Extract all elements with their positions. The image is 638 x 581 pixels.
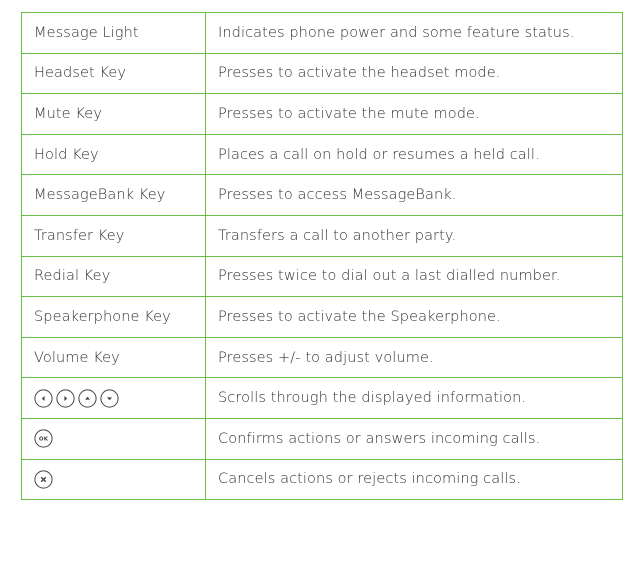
- table-row: Mute Key Presses to activate the mute mo…: [21, 93, 623, 135]
- table-row: Redial Key Presses twice to dial out a l…: [21, 255, 623, 298]
- cancel-key: [34, 470, 205, 489]
- navigation-keys: [34, 389, 205, 408]
- up-arrow-icon: [78, 389, 97, 408]
- down-arrow-icon: [100, 389, 119, 408]
- key-name-cell: MessageBank Key: [21, 174, 206, 216]
- cancel-x-icon: [34, 470, 53, 489]
- key-description-cell: Presses to activate the headset mode.: [205, 52, 623, 95]
- key-name-cell: Mute Key: [21, 93, 206, 135]
- table-row: Volume Key Presses +/- to adjust volume.: [21, 336, 623, 379]
- table-row: Cancels actions or rejects incoming call…: [21, 458, 623, 501]
- key-description-cell: Presses twice to dial out a last dialled…: [205, 255, 623, 298]
- key-description-cell: Scrolls through the displayed informatio…: [205, 377, 623, 419]
- right-arrow-icon: [56, 389, 75, 408]
- key-icons-cell: [21, 377, 206, 419]
- table-row: Headset Key Presses to activate the head…: [21, 52, 623, 95]
- ok-icon: OK: [34, 429, 53, 448]
- key-name-cell: Hold Key: [21, 133, 206, 176]
- key-name-cell: Speakerphone Key: [21, 296, 206, 338]
- table-row: Transfer Key Transfers a call to another…: [21, 214, 623, 257]
- key-name-cell: Redial Key: [21, 255, 206, 298]
- key-description-cell: Cancels actions or rejects incoming call…: [205, 458, 623, 501]
- ok-key: OK: [34, 429, 205, 448]
- table-row: MessageBank Key Presses to access Messag…: [21, 174, 623, 216]
- key-name-cell: Message Light: [21, 12, 206, 54]
- ok-label: OK: [39, 437, 49, 443]
- key-name-cell: Headset Key: [21, 52, 206, 95]
- key-description-cell: Confirms actions or answers incoming cal…: [205, 417, 623, 460]
- key-description-cell: Places a call on hold or resumes a held …: [205, 133, 623, 176]
- key-name-cell: Volume Key: [21, 336, 206, 379]
- key-description-cell: Presses to access MessageBank.: [205, 174, 623, 216]
- key-description-cell: Presses to activate the mute mode.: [205, 93, 623, 135]
- left-arrow-icon: [34, 389, 53, 408]
- table-row: Speakerphone Key Presses to activate the…: [21, 296, 623, 338]
- phone-keys-table: Message Light Indicates phone power and …: [21, 12, 623, 501]
- table-row: Hold Key Places a call on hold or resume…: [21, 133, 623, 176]
- key-description-cell: Presses to activate the Speakerphone.: [205, 296, 623, 338]
- key-icons-cell: [21, 458, 206, 501]
- key-description-cell: Indicates phone power and some feature s…: [205, 12, 623, 54]
- table-row: Message Light Indicates phone power and …: [21, 12, 623, 54]
- table-row: OK Confirms actions or answers incoming …: [21, 417, 623, 460]
- table-row: Scrolls through the displayed informatio…: [21, 377, 623, 419]
- key-name-cell: Transfer Key: [21, 214, 206, 257]
- key-description-cell: Presses +/- to adjust volume.: [205, 336, 623, 379]
- key-icons-cell: OK: [21, 417, 206, 460]
- key-description-cell: Transfers a call to another party.: [205, 214, 623, 257]
